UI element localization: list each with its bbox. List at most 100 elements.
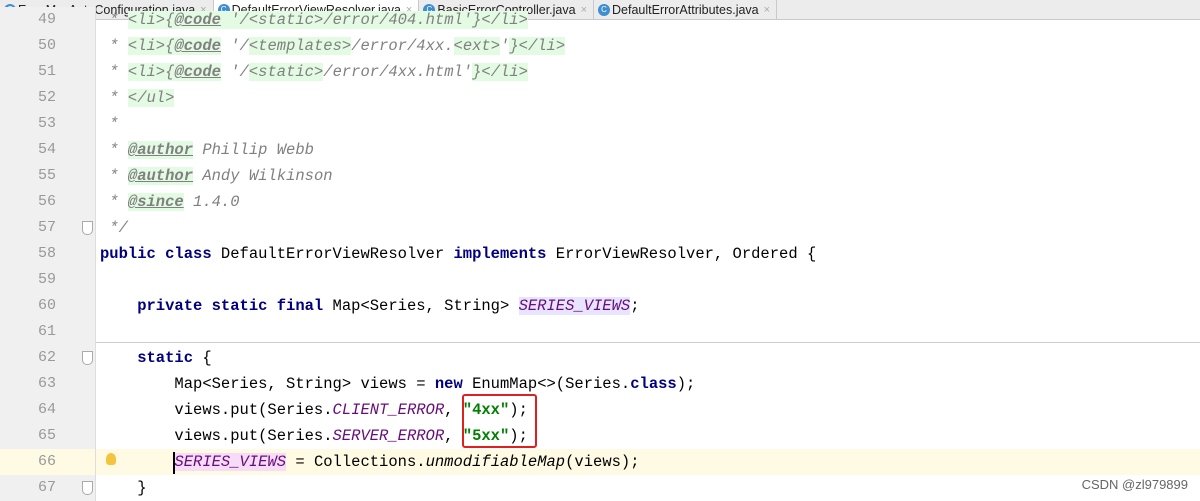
code-line: 59 — [0, 267, 1200, 293]
code-text: */ — [96, 215, 128, 241]
code-token: <li> — [127, 37, 166, 55]
gutter — [78, 215, 96, 241]
code-token: <static> — [248, 63, 324, 81]
code-token: ' — [500, 37, 510, 55]
code-token: static — [100, 349, 203, 367]
gutter — [78, 345, 96, 371]
code-text: * <li>{@code '/<static>/error/4xx.html'}… — [96, 59, 528, 85]
line-number: 60 — [0, 293, 78, 319]
gutter — [78, 137, 96, 163]
code-token: @code — [174, 11, 221, 29]
code-line: 60 private static final Map<Series, Stri… — [0, 293, 1200, 319]
code-token: Andy Wilkinson — [193, 167, 333, 185]
line-number: 56 — [0, 189, 78, 215]
line-number: 64 — [0, 397, 78, 423]
fold-icon[interactable] — [82, 351, 93, 365]
fold-icon[interactable] — [82, 481, 93, 495]
code-token: @author — [127, 167, 194, 185]
code-token: private static final — [100, 297, 333, 315]
gutter — [78, 267, 96, 293]
code-token: ErrorViewResolver, Ordered { — [555, 245, 817, 263]
code-token: @author — [127, 141, 194, 159]
gutter — [78, 85, 96, 111]
line-number: 65 — [0, 423, 78, 449]
code-token: * — [100, 89, 128, 107]
code-token: views.put(Series. — [100, 427, 333, 445]
code-token: implements — [453, 245, 556, 263]
line-number: 52 — [0, 85, 78, 111]
code-line: 54 * @author Phillip Webb — [0, 137, 1200, 163]
code-line: 64 views.put(Series.CLIENT_ERROR, "4xx")… — [0, 397, 1200, 423]
watermark: CSDN @zl979899 — [1081, 477, 1188, 492]
line-number: 58 — [0, 241, 78, 267]
code-token: <li> — [127, 63, 166, 81]
code-token: Phillip Webb — [193, 141, 314, 159]
gutter — [78, 7, 96, 33]
code-token: views.put(Series. — [100, 401, 333, 419]
code-token: class — [630, 375, 677, 393]
gutter — [78, 371, 96, 397]
code-token: @code — [174, 63, 221, 81]
line-number: 59 — [0, 267, 78, 293]
code-token: public class — [100, 245, 221, 263]
code-token: DefaultErrorViewResolver — [220, 245, 454, 263]
line-number: 66 — [0, 449, 78, 475]
code-token: <li> — [127, 11, 166, 29]
code-token: CLIENT_ERROR — [332, 401, 445, 419]
code-token: 1.4.0 — [183, 193, 240, 211]
line-number: 49 — [0, 7, 78, 33]
fold-icon[interactable] — [82, 221, 93, 235]
code-token: @code — [174, 37, 221, 55]
code-line: 49 * <li>{@code '/<static>/error/404.htm… — [0, 7, 1200, 33]
gutter — [78, 397, 96, 423]
code-token: SERIES_VIEWS — [518, 297, 631, 315]
code-token: * — [100, 115, 119, 133]
gutter — [78, 163, 96, 189]
code-token: EnumMap<>(Series. — [472, 375, 631, 393]
text-caret — [173, 452, 175, 474]
code-token: ; — [630, 297, 640, 315]
code-token: , — [444, 427, 463, 445]
code-text: Map<Series, String> views = new EnumMap<… — [96, 371, 695, 397]
code-token: /error/4xx. — [351, 37, 454, 55]
method-separator — [96, 342, 1200, 343]
gutter — [78, 33, 96, 59]
code-line: 53 * — [0, 111, 1200, 137]
gutter — [78, 189, 96, 215]
line-number: 51 — [0, 59, 78, 85]
code-editor[interactable]: 49 * <li>{@code '/<static>/error/404.htm… — [0, 7, 1200, 501]
code-line: 50 * <li>{@code '/<templates>/error/4xx.… — [0, 33, 1200, 59]
line-number: 67 — [0, 475, 78, 501]
code-text: * </ul> — [96, 85, 175, 111]
code-text: * — [96, 111, 119, 137]
code-token: * — [100, 11, 128, 29]
code-line: 67 } — [0, 475, 1200, 501]
code-token: @since — [127, 193, 184, 211]
code-token: (views); — [565, 453, 640, 471]
code-token: = Collections. — [286, 453, 426, 471]
code-token: } — [100, 479, 147, 497]
lightbulb-icon[interactable] — [106, 453, 116, 465]
code-token: */ — [100, 219, 128, 237]
code-token: new — [434, 375, 473, 393]
code-line: 56 * @since 1.4.0 — [0, 189, 1200, 215]
gutter — [78, 241, 96, 267]
code-line: 52 * </ul> — [0, 85, 1200, 111]
line-number: 55 — [0, 163, 78, 189]
code-token: SERVER_ERROR — [332, 427, 445, 445]
code-text: * @author Phillip Webb — [96, 137, 314, 163]
code-line: 63 Map<Series, String> views = new EnumM… — [0, 371, 1200, 397]
line-number: 50 — [0, 33, 78, 59]
code-text: * <li>{@code '/<static>/error/404.html'}… — [96, 7, 528, 33]
code-token: </ul> — [127, 89, 175, 107]
line-number: 53 — [0, 111, 78, 137]
line-number: 62 — [0, 345, 78, 371]
code-token: * — [100, 193, 128, 211]
code-line: 62 static { — [0, 345, 1200, 371]
code-token: '/ — [220, 63, 249, 81]
code-line: 65 views.put(Series.SERVER_ERROR, "5xx")… — [0, 423, 1200, 449]
code-token: ); — [676, 375, 696, 393]
code-token: * — [100, 63, 128, 81]
code-token: }</li> — [472, 63, 528, 81]
gutter — [78, 449, 96, 475]
